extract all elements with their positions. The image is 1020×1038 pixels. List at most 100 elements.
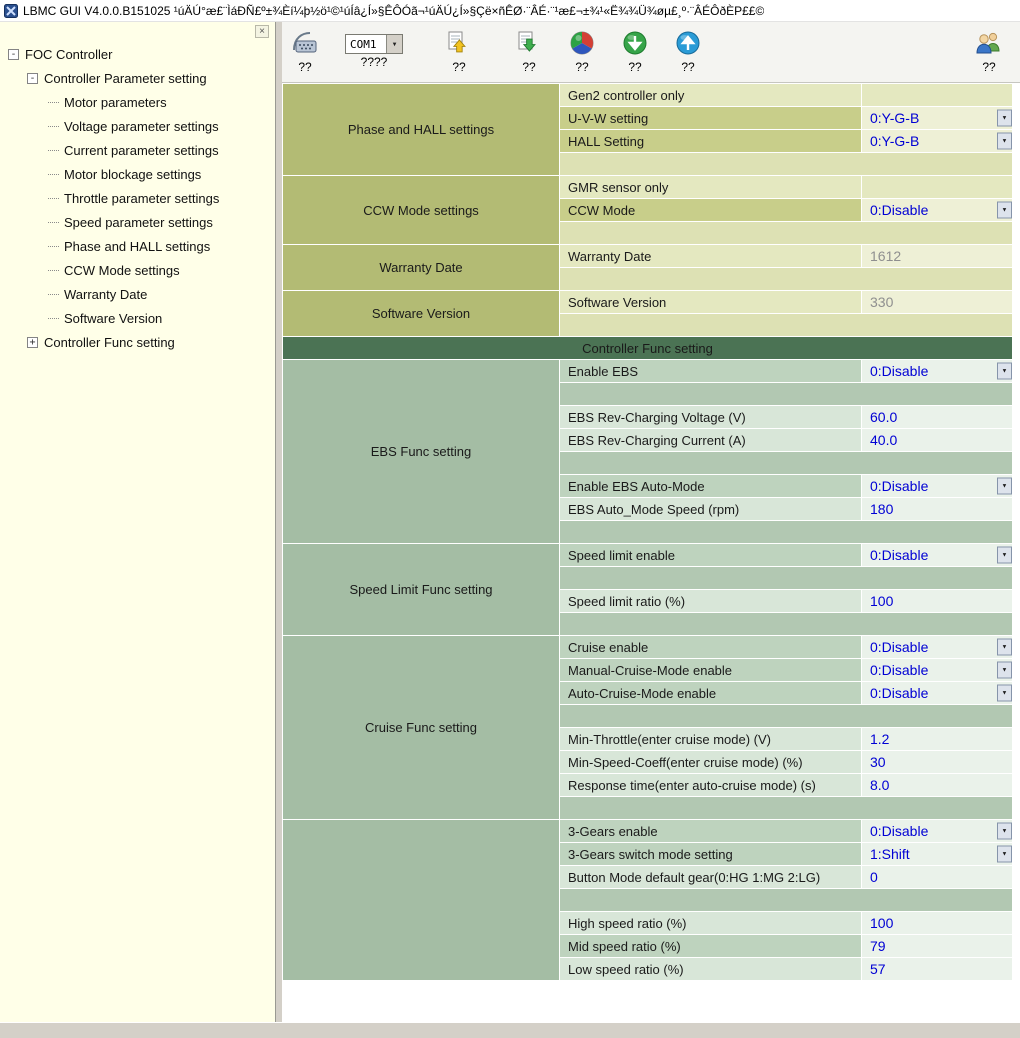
setting-value-cell[interactable]: 57 — [862, 958, 1013, 981]
setting-value-cell[interactable]: 100 — [862, 590, 1013, 613]
dropdown-button[interactable]: ▼ — [997, 846, 1012, 863]
spacer-row — [560, 521, 1013, 544]
spacer-row — [560, 314, 1013, 337]
setting-value-cell[interactable]: 60.0 — [862, 406, 1013, 429]
tree-item-label[interactable]: Controller Func setting — [44, 335, 175, 350]
collapse-icon[interactable]: - — [8, 49, 19, 60]
chevron-down-icon[interactable]: ▼ — [386, 35, 402, 53]
com-port-select[interactable]: COM1 ▼ — [345, 34, 403, 54]
tree-item[interactable]: CCW Mode settings — [0, 258, 275, 282]
tree-item-label[interactable]: Controller Parameter setting — [44, 71, 207, 86]
green-download-button[interactable]: ?? — [621, 27, 649, 74]
setting-value-cell[interactable]: 79 — [862, 935, 1013, 958]
setting-value-cell[interactable]: 100 — [862, 912, 1013, 935]
field-value: 40.0 — [870, 432, 897, 448]
setting-label: Low speed ratio (%) — [560, 958, 862, 981]
setting-value-cell[interactable]: 180 — [862, 498, 1013, 521]
setting-value-cell[interactable]: 0:Disable ▼ — [862, 636, 1013, 659]
users-button[interactable]: ?? — [974, 27, 1004, 74]
tree-item-label[interactable]: Warranty Date — [64, 287, 147, 302]
tree-item[interactable]: Motor blockage settings — [0, 162, 275, 186]
setting-value-cell[interactable]: 0:Disable▼ — [862, 199, 1013, 222]
field-value: 180 — [870, 501, 893, 517]
field-value: 0:Disable — [870, 685, 928, 701]
tree-branch-line — [48, 126, 59, 127]
blue-sync-button[interactable]: ?? — [674, 27, 702, 74]
tree-item-label[interactable]: Current parameter settings — [64, 143, 219, 158]
setting-value-cell[interactable]: 40.0 — [862, 429, 1013, 452]
setting-value-cell[interactable]: 0:Y-G-B▼ — [862, 130, 1013, 153]
dropdown-button[interactable]: ▼ — [997, 202, 1012, 219]
toolbar-label: ?? — [628, 60, 641, 74]
tree-item-label[interactable]: CCW Mode settings — [64, 263, 180, 278]
settings-table: Phase and HALL settingsGen2 controller o… — [282, 83, 1013, 981]
tree-item[interactable]: -FOC Controller — [0, 42, 275, 66]
collapse-icon[interactable]: - — [27, 73, 38, 84]
field-value: 8.0 — [870, 777, 889, 793]
dropdown-button[interactable]: ▼ — [997, 639, 1012, 656]
network-ball-button[interactable]: ?? — [568, 27, 596, 74]
setting-value-cell[interactable]: 8.0 — [862, 774, 1013, 797]
tree-branch-line — [48, 150, 59, 151]
setting-value-cell[interactable]: 0:Disable▼ — [862, 475, 1013, 498]
tree-branch-line — [48, 294, 59, 295]
tree-item-label[interactable]: Phase and HALL settings — [64, 239, 210, 254]
setting-value-cell[interactable]: 0 — [862, 866, 1013, 889]
tree-item[interactable]: Speed parameter settings — [0, 210, 275, 234]
close-icon[interactable]: × — [255, 25, 269, 38]
dropdown-button[interactable]: ▼ — [997, 547, 1012, 564]
sidebar-header: × — [0, 22, 275, 40]
connect-button[interactable]: ?? — [290, 27, 320, 74]
field-value: 0:Disable — [870, 662, 928, 678]
window-title: LBMC GUI V4.0.0.B151025 ¹úÄÚ°æ£¨ÌáÐÑ£º±¾… — [23, 4, 764, 18]
tree-item[interactable]: Software Version — [0, 306, 275, 330]
tree-item-label[interactable]: Speed parameter settings — [64, 215, 213, 230]
tree-item[interactable]: Current parameter settings — [0, 138, 275, 162]
users-icon — [974, 27, 1004, 59]
setting-value-cell[interactable]: 0:Disable▼ — [862, 544, 1013, 567]
tree-item[interactable]: Voltage parameter settings — [0, 114, 275, 138]
setting-value-cell[interactable]: 0:Disable▼ — [862, 820, 1013, 843]
tree-item-label[interactable]: Voltage parameter settings — [64, 119, 219, 134]
tree-item[interactable]: Phase and HALL settings — [0, 234, 275, 258]
setting-value-cell[interactable]: 0:Y-G-B▼ — [862, 107, 1013, 130]
tree-item-label[interactable]: Throttle parameter settings — [64, 191, 219, 206]
field-value: 1.2 — [870, 731, 889, 747]
setting-value-cell[interactable]: 1:Shift▼ — [862, 843, 1013, 866]
spacer-row — [560, 268, 1013, 291]
setting-label: Speed limit enable — [560, 544, 862, 567]
spacer-row — [560, 567, 1013, 590]
tree: -FOC Controller-Controller Parameter set… — [0, 40, 275, 354]
dropdown-button[interactable]: ▼ — [997, 363, 1012, 380]
toolbar-label: ?? — [681, 60, 694, 74]
read-params-button[interactable]: ?? — [515, 27, 543, 74]
setting-value-cell[interactable]: 0:Disable▼ — [862, 360, 1013, 383]
setting-label: Button Mode default gear(0:HG 1:MG 2:LG) — [560, 866, 862, 889]
tree-branch-line — [48, 270, 59, 271]
toolbar-label: ?? — [575, 60, 588, 74]
dropdown-button[interactable]: ▼ — [997, 133, 1012, 150]
tree-item-label[interactable]: FOC Controller — [25, 47, 112, 62]
setting-value-cell[interactable]: 0:Disable ▼ — [862, 659, 1013, 682]
dropdown-button[interactable]: ▼ — [997, 823, 1012, 840]
setting-value-cell[interactable]: 0:Disable ▼ — [862, 682, 1013, 705]
tree-item[interactable]: Warranty Date — [0, 282, 275, 306]
setting-value-cell[interactable]: 30 — [862, 751, 1013, 774]
expand-icon[interactable]: + — [27, 337, 38, 348]
dropdown-button[interactable]: ▼ — [997, 685, 1012, 702]
tree-item-label[interactable]: Motor blockage settings — [64, 167, 201, 182]
setting-value-cell[interactable]: 1.2 — [862, 728, 1013, 751]
dropdown-button[interactable]: ▼ — [997, 110, 1012, 127]
tree-item[interactable]: -Controller Parameter setting — [0, 66, 275, 90]
tree-item[interactable]: Motor parameters — [0, 90, 275, 114]
field-value: 0:Disable — [870, 639, 928, 655]
tree-item[interactable]: + Controller Func setting — [0, 330, 275, 354]
setting-label: Cruise enable — [560, 636, 862, 659]
tree-item-label[interactable]: Software Version — [64, 311, 162, 326]
write-params-button[interactable]: ?? — [445, 27, 473, 74]
spacer-row — [560, 613, 1013, 636]
dropdown-button[interactable]: ▼ — [997, 478, 1012, 495]
tree-item[interactable]: Throttle parameter settings — [0, 186, 275, 210]
tree-item-label[interactable]: Motor parameters — [64, 95, 167, 110]
dropdown-button[interactable]: ▼ — [997, 662, 1012, 679]
